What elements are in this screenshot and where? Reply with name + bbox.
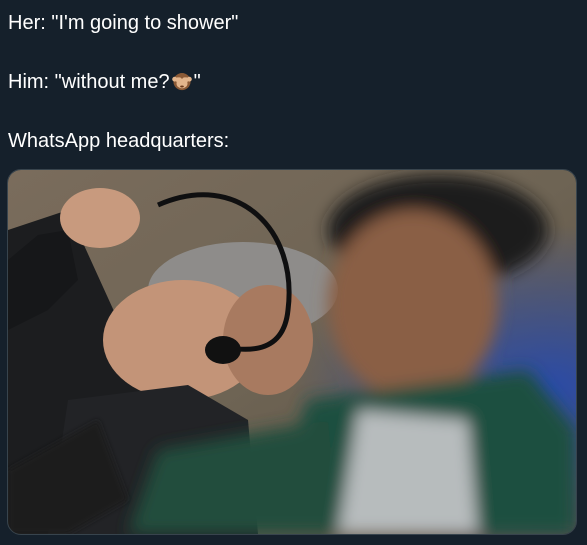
photo-illustration [8,170,576,534]
tweet-line-him: Him: "without me? " [8,67,579,97]
tweet-line-her: Her: "I'm going to shower" [8,12,239,34]
him-text: Him: "without me? [8,71,170,93]
him-text-end: " [193,71,201,93]
tweet-line-whatsapp: WhatsApp headquarters: [8,130,230,152]
tweet-media-photo[interactable] [7,169,577,535]
tweet-text: Her: "I'm going to shower" Him: "without… [8,8,579,156]
see-no-evil-monkey-icon [171,73,192,91]
